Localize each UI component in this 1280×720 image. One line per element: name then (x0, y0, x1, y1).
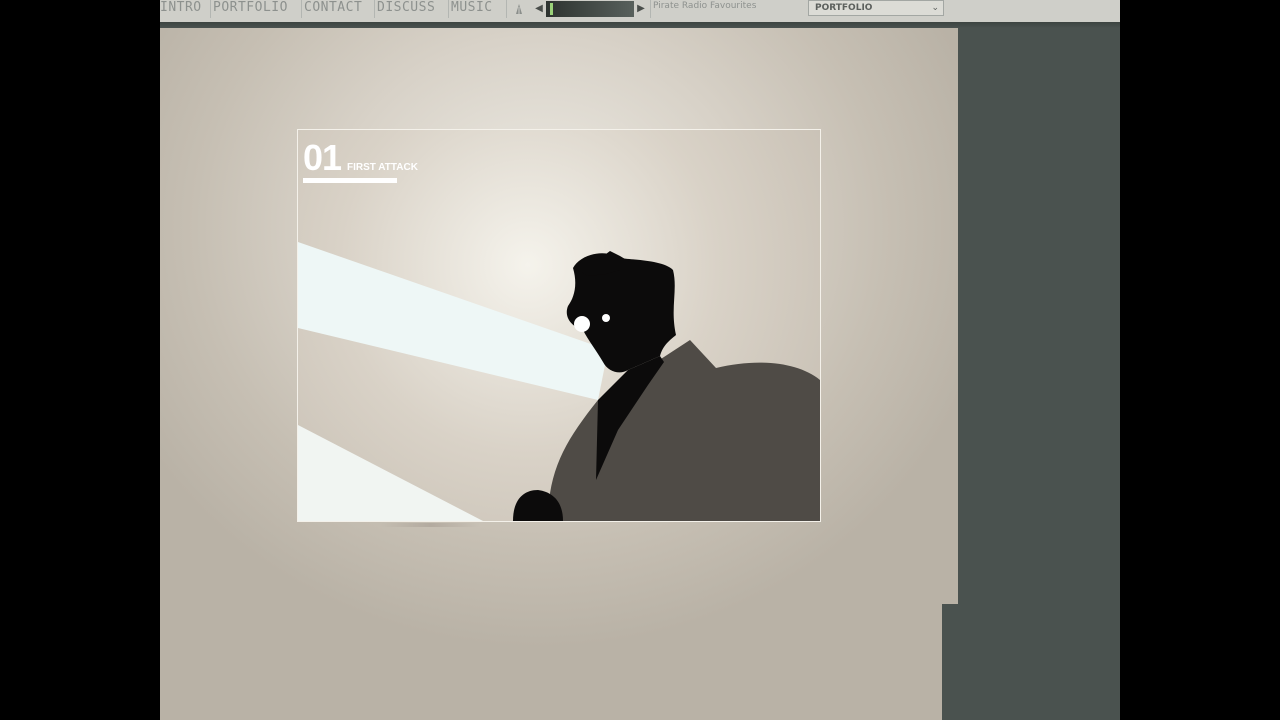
site-viewport: INTRO PORTFOLIO CONTACT DISCUSS MUSIC ◀ … (160, 0, 1120, 720)
progress-handle[interactable] (549, 3, 553, 15)
volume-icon-glyph (516, 4, 522, 14)
portfolio-artwork[interactable]: 01 FIRST ATTACK (297, 129, 821, 522)
top-navigation-bar: INTRO PORTFOLIO CONTACT DISCUSS MUSIC ◀ … (160, 0, 1120, 23)
artwork-title-underline (303, 178, 397, 183)
nav-divider (506, 0, 507, 18)
nav-divider (374, 0, 375, 18)
track-title[interactable]: Pirate Radio Favourites (653, 0, 756, 16)
nav-music[interactable]: MUSIC (451, 0, 493, 22)
nav-divider (210, 0, 211, 18)
character-eye-left (574, 316, 590, 332)
section-select-value: PORTFOLIO (815, 3, 873, 13)
character-eye-right (602, 314, 610, 322)
previous-track-button[interactable]: ◀ (532, 1, 546, 17)
next-track-button[interactable]: ▶ (634, 1, 648, 17)
artwork-title: FIRST ATTACK (347, 162, 418, 173)
nav-intro[interactable]: INTRO (160, 0, 202, 22)
chevron-down-icon: ⌄ (931, 3, 939, 13)
panel-corner-cutout (942, 604, 958, 720)
player-divider (650, 0, 651, 18)
section-select[interactable]: PORTFOLIO ⌄ (808, 0, 944, 16)
volume-icon[interactable] (514, 2, 524, 16)
track-progress-slider[interactable] (546, 1, 634, 17)
nav-divider (448, 0, 449, 18)
nav-contact[interactable]: CONTACT (304, 0, 362, 22)
artwork-illustration (298, 130, 820, 521)
nav-divider (301, 0, 302, 18)
nav-discuss[interactable]: DISCUSS (377, 0, 435, 22)
artwork-reflection (380, 523, 480, 527)
nav-portfolio[interactable]: PORTFOLIO (213, 0, 288, 22)
artwork-number: 01 (303, 137, 342, 178)
